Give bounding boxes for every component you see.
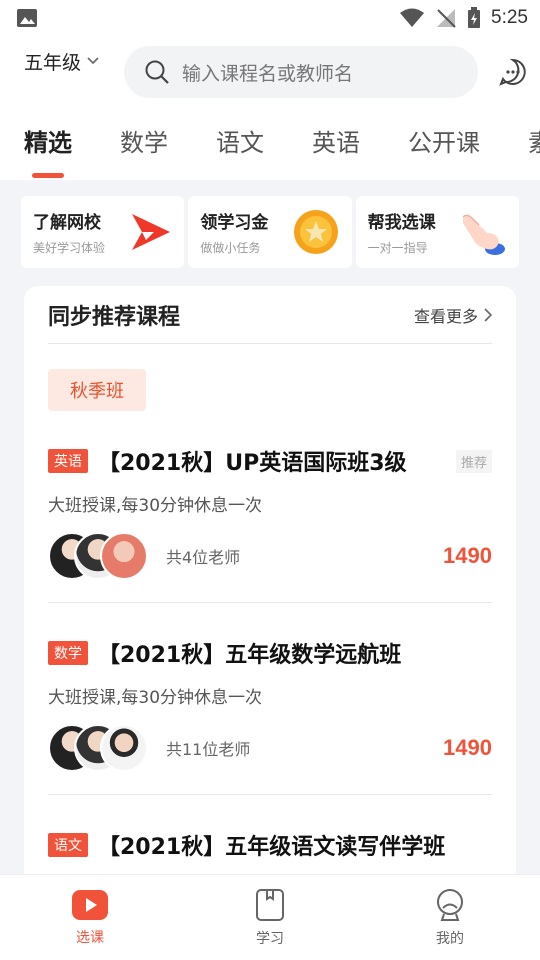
quick-card-about[interactable]: 了解网校 美好学习体验	[21, 196, 185, 268]
nav-label: 我的	[436, 930, 464, 947]
quick-card-title: 领学习金	[200, 213, 269, 233]
message-icon[interactable]	[498, 57, 528, 87]
section-title: 同步推荐课程	[48, 304, 181, 330]
subject-badge: 语文	[48, 833, 88, 857]
bottom-nav: 选课 学习 我的	[0, 874, 540, 960]
profile-icon	[437, 888, 463, 921]
quick-card-subtitle: 做做小任务	[200, 241, 261, 255]
course-description: 大班授课,每30分钟休息一次	[48, 688, 263, 708]
course-description: 大班授课,每30分钟休息一次	[48, 496, 263, 516]
no-signal-icon	[437, 9, 456, 28]
grade-label: 五年级	[24, 51, 82, 74]
chevron-down-icon	[87, 57, 99, 65]
category-tabs: 精选 数学 语文 英语 公开课 素	[0, 108, 540, 180]
nav-label: 选课	[76, 929, 104, 946]
quick-card-subtitle: 一对一指导	[367, 241, 428, 255]
gallery-icon	[17, 9, 37, 27]
recommended-courses-card: 同步推荐课程 查看更多 秋季班 英语 【2021秋】UP英语国际班3级 推荐 大…	[24, 286, 516, 926]
season-tag[interactable]: 秋季班	[48, 369, 146, 411]
teacher-avatars	[48, 724, 148, 772]
battery-charging-icon	[468, 7, 481, 28]
view-more-label: 查看更多	[413, 306, 478, 326]
card-header: 同步推荐课程 查看更多	[48, 286, 492, 344]
teacher-count: 共11位老师	[166, 740, 251, 759]
tab-math[interactable]: 数学	[120, 123, 168, 180]
top-bar: 五年级 输入课程名或教师名	[0, 36, 540, 108]
nav-study[interactable]: 学习	[180, 875, 360, 960]
quick-card-choose[interactable]: 帮我选课 一对一指导	[355, 196, 519, 268]
teacher-count: 共4位老师	[166, 548, 241, 567]
nav-mine[interactable]: 我的	[360, 875, 540, 960]
quick-card-gold[interactable]: 领学习金 做做小任务	[188, 196, 352, 268]
course-item[interactable]: 英语 【2021秋】UP英语国际班3级 推荐 大班授课,每30分钟休息一次 共4…	[48, 411, 492, 603]
quick-card-title: 了解网校	[33, 213, 101, 233]
course-price: 1490	[443, 735, 492, 760]
search-icon	[145, 60, 169, 84]
grade-selector[interactable]: 五年级	[24, 48, 124, 75]
recommend-badge: 推荐	[455, 449, 492, 473]
tab-featured[interactable]: 精选	[24, 123, 72, 180]
course-item[interactable]: 语文 【2021秋】五年级语文读写伴学班	[48, 795, 492, 883]
clock: 5:25	[491, 7, 528, 28]
view-more-link[interactable]: 查看更多	[414, 303, 492, 327]
quick-card-title: 帮我选课	[367, 213, 436, 233]
quick-entries: 了解网校 美好学习体验 领学习金 做做小任务 帮我选课 一对一指导	[0, 180, 540, 268]
nav-label: 学习	[256, 930, 284, 947]
tab-english[interactable]: 英语	[312, 123, 360, 180]
play-button-icon	[72, 889, 108, 920]
course-title: 【2021秋】五年级语文读写伴学班	[98, 835, 446, 860]
pointing-hand-icon	[462, 214, 505, 255]
quick-card-subtitle: 美好学习体验	[33, 241, 106, 255]
chevron-right-icon	[484, 307, 492, 322]
course-title: 【2021秋】UP英语国际班3级	[98, 451, 407, 476]
subject-badge: 数学	[48, 641, 88, 665]
avatar	[100, 724, 148, 772]
course-title: 【2021秋】五年级数学远航班	[98, 643, 402, 668]
teacher-avatars	[48, 532, 148, 580]
tab-open-class[interactable]: 公开课	[408, 123, 480, 180]
play-logo-icon	[132, 214, 171, 250]
avatar	[100, 532, 148, 580]
course-price: 1490	[443, 543, 492, 568]
tab-quality[interactable]: 素	[528, 123, 540, 180]
course-item[interactable]: 数学 【2021秋】五年级数学远航班 大班授课,每30分钟休息一次 共11位老师…	[48, 603, 492, 795]
book-icon	[256, 888, 284, 921]
subject-badge: 英语	[48, 449, 88, 473]
nav-courses[interactable]: 选课	[0, 875, 180, 960]
gold-coin-icon	[293, 210, 338, 254]
search-input[interactable]: 输入课程名或教师名	[124, 46, 478, 98]
search-placeholder: 输入课程名或教师名	[182, 62, 354, 85]
tab-chinese[interactable]: 语文	[216, 123, 264, 180]
wifi-icon	[400, 8, 425, 27]
status-bar: 5:25	[0, 0, 540, 36]
